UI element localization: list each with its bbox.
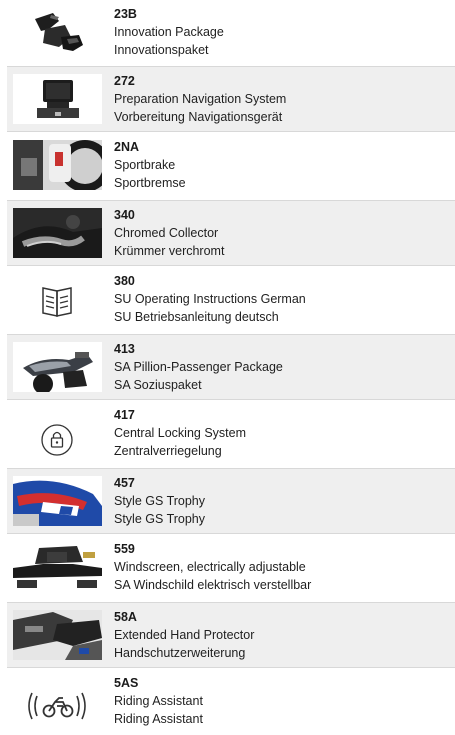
list-item[interactable]: 2NA Sportbrake Sportbremse bbox=[7, 133, 455, 199]
option-code: 5AS bbox=[114, 676, 139, 690]
option-code: 380 bbox=[114, 274, 135, 288]
option-name-de: SU Betriebsanleitung deutsch bbox=[114, 310, 279, 324]
option-name-en: SA Pillion-Passenger Package bbox=[114, 360, 283, 374]
option-name-de: SA Soziuspaket bbox=[114, 378, 202, 392]
list-item[interactable]: 417 Central Locking System Zentralverrie… bbox=[7, 401, 455, 467]
pillion-seat-photo bbox=[13, 342, 102, 392]
option-name-en: Style GS Trophy bbox=[114, 494, 206, 508]
list-item[interactable]: 340 Chromed Collector Krümmer verchromt bbox=[7, 200, 455, 266]
list-item[interactable]: 272 Preparation Navigation System Vorber… bbox=[7, 66, 455, 132]
option-name-de: Innovationspaket bbox=[114, 43, 209, 57]
option-name-en: Sportbrake bbox=[114, 158, 176, 172]
option-code: 413 bbox=[114, 342, 135, 356]
option-name-de: Krümmer verchromt bbox=[114, 244, 225, 258]
list-item[interactable]: 380 SU Operating Instructions German SU … bbox=[7, 267, 455, 333]
option-code: 340 bbox=[114, 208, 135, 222]
windscreen-cockpit-photo bbox=[13, 542, 102, 592]
gs-trophy-style-photo bbox=[13, 476, 102, 526]
option-name-de: Handschutzerweiterung bbox=[114, 646, 246, 660]
navigation-device-photo bbox=[13, 74, 102, 124]
option-name-en: Riding Assistant bbox=[114, 694, 203, 708]
option-name-de: Vorbereitung Navigationsgerät bbox=[114, 110, 283, 124]
option-code: 559 bbox=[114, 542, 135, 556]
option-name-de: Riding Assistant bbox=[114, 712, 203, 726]
innovation-package-photo bbox=[13, 7, 102, 57]
open-book-icon bbox=[13, 274, 102, 324]
option-code: 417 bbox=[114, 408, 135, 422]
option-name-de: Zentralverriegelung bbox=[114, 444, 222, 458]
option-name-en: Innovation Package bbox=[114, 25, 224, 39]
option-code: 58A bbox=[114, 610, 137, 624]
option-name-en: SU Operating Instructions German bbox=[114, 292, 306, 306]
exhaust-collector-photo bbox=[13, 208, 102, 258]
list-item[interactable]: 5AS Riding Assistant Riding Assistant bbox=[7, 669, 455, 735]
option-code: 457 bbox=[114, 476, 135, 490]
padlock-icon bbox=[13, 408, 102, 458]
option-code: 2NA bbox=[114, 140, 140, 154]
brake-caliper-photo bbox=[13, 140, 102, 190]
option-name-de: SA Windschild elektrisch verstellbar bbox=[114, 578, 312, 592]
list-item[interactable]: 413 SA Pillion-Passenger Package SA Sozi… bbox=[7, 334, 455, 400]
motorcycle-radar-icon bbox=[13, 676, 102, 726]
option-name-de: Style GS Trophy bbox=[114, 512, 206, 526]
option-code: 272 bbox=[114, 74, 135, 88]
option-name-en: Windscreen, electrically adjustable bbox=[114, 560, 306, 574]
list-item[interactable]: 457 Style GS Trophy Style GS Trophy bbox=[7, 468, 455, 534]
hand-protector-photo bbox=[13, 610, 102, 660]
option-name-en: Preparation Navigation System bbox=[114, 92, 287, 106]
list-item[interactable]: 559 Windscreen, electrically adjustable … bbox=[7, 535, 455, 601]
option-name-en: Chromed Collector bbox=[114, 226, 219, 240]
option-name-en: Central Locking System bbox=[114, 426, 247, 440]
list-item[interactable]: 23B Innovation Package Innovationspaket bbox=[7, 0, 455, 66]
option-name-de: Sportbremse bbox=[114, 176, 186, 190]
list-item[interactable]: 58A Extended Hand Protector Handschutzer… bbox=[7, 602, 455, 668]
option-name-en: Extended Hand Protector bbox=[114, 628, 255, 642]
option-code: 23B bbox=[114, 7, 137, 21]
